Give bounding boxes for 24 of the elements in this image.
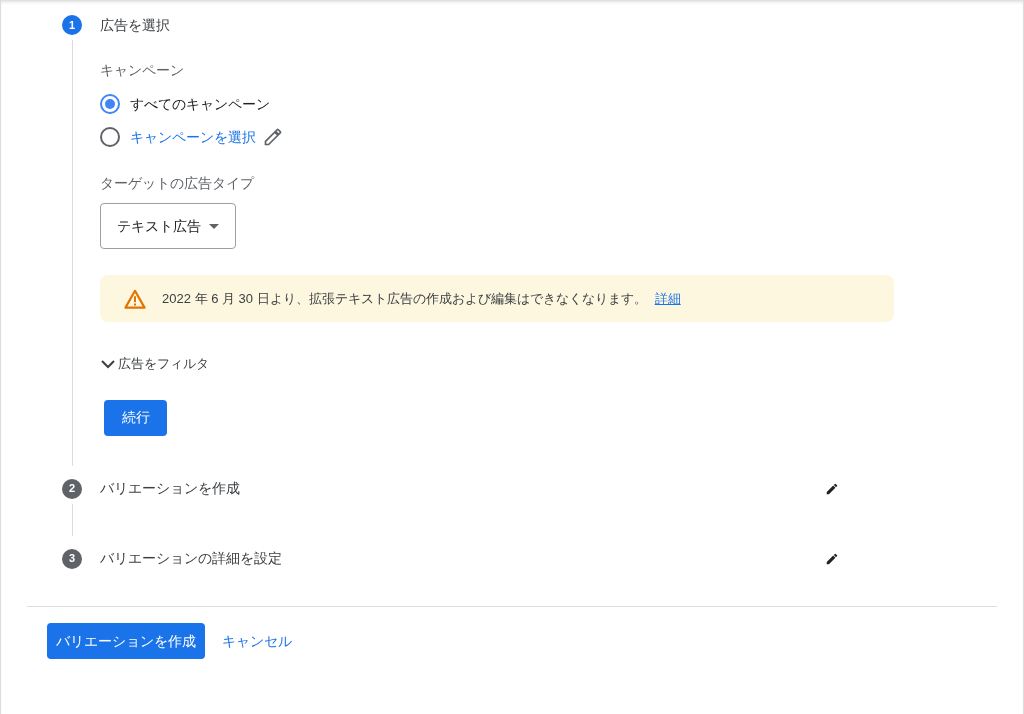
caret-icon bbox=[209, 223, 219, 229]
cancel-link[interactable]: キャンセル bbox=[222, 630, 292, 652]
radio-button[interactable] bbox=[100, 94, 120, 114]
warning-icon bbox=[124, 288, 146, 309]
radio-button[interactable] bbox=[100, 127, 120, 147]
step-number: 3 bbox=[62, 548, 82, 569]
campaign-option-label: すべてのキャンペーン bbox=[130, 95, 270, 114]
step-title: 広告を選択 bbox=[100, 15, 171, 35]
step-number: 2 bbox=[62, 478, 82, 499]
campaign-option-link[interactable]: キャンペーンを選択 bbox=[130, 127, 256, 147]
continue-button[interactable]: 続行 bbox=[104, 399, 167, 436]
edit-icon[interactable] bbox=[263, 127, 283, 147]
edit-icon[interactable] bbox=[825, 551, 839, 566]
details-link[interactable]: 詳細 bbox=[654, 288, 681, 309]
create-variation-button[interactable]: バリエーションを作成 bbox=[47, 623, 205, 659]
step-number: 1 bbox=[62, 15, 82, 35]
filter-ads-toggle[interactable]: 広告をフィルタ bbox=[100, 354, 209, 374]
edit-icon[interactable] bbox=[825, 481, 839, 496]
ad-type-label: ターゲットの広告タイプ bbox=[100, 174, 254, 193]
step-title: バリエーションを作成 bbox=[100, 479, 241, 498]
step-title: バリエーションの詳細を設定 bbox=[100, 549, 283, 568]
ad-type-dropdown[interactable]: テキスト広告 bbox=[100, 203, 236, 249]
warning-message: 2022 年 6 月 30 日より、拡張テキスト広告の作成および編集はできなくなります。 bbox=[162, 289, 647, 308]
campaign-label: キャンペーン bbox=[100, 61, 184, 80]
